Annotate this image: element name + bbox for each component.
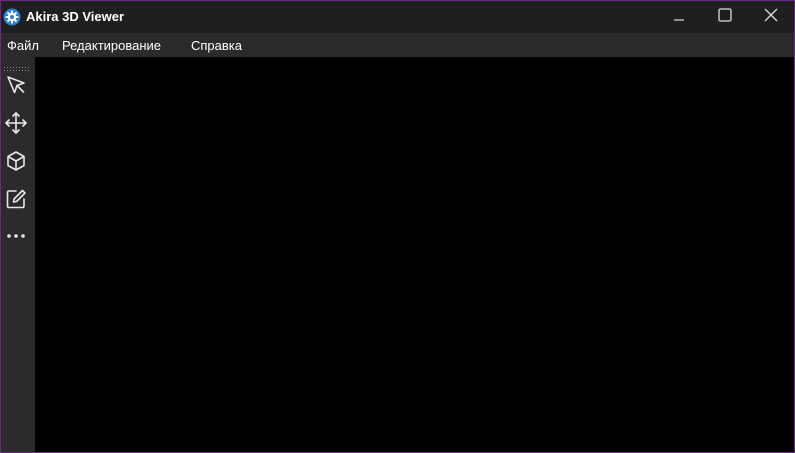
maximize-icon [718,7,732,27]
menu-bar: Файл Редактирование Справка [1,33,794,57]
more-tools-button[interactable] [3,223,29,249]
close-icon [764,8,778,27]
tool-sidebar [1,57,35,452]
toolbar-grip-handle[interactable] [4,59,30,71]
move-arrows-icon [4,111,28,140]
close-button[interactable] [748,1,794,33]
app-window: Akira 3D Viewer Файл Редактирование Спра… [0,0,795,453]
edit-icon [5,188,27,215]
minimize-icon [673,8,685,26]
move-tool-button[interactable] [3,111,29,140]
menu-help[interactable]: Справка [191,38,242,53]
gear-app-icon [3,8,21,26]
edit-tool-button[interactable] [3,188,29,214]
select-arrow-icon [5,74,27,101]
title-bar[interactable]: Akira 3D Viewer [1,1,794,33]
window-title: Akira 3D Viewer [26,9,125,24]
minimize-button[interactable] [656,1,702,33]
more-dots-icon [5,227,27,245]
menu-file[interactable]: Файл [7,38,39,53]
maximize-button[interactable] [702,1,748,33]
select-tool-button[interactable] [3,74,29,100]
object-tool-button[interactable] [3,150,29,176]
menu-edit[interactable]: Редактирование [62,38,161,53]
cube-icon [5,150,27,177]
3d-viewport[interactable] [35,57,794,452]
